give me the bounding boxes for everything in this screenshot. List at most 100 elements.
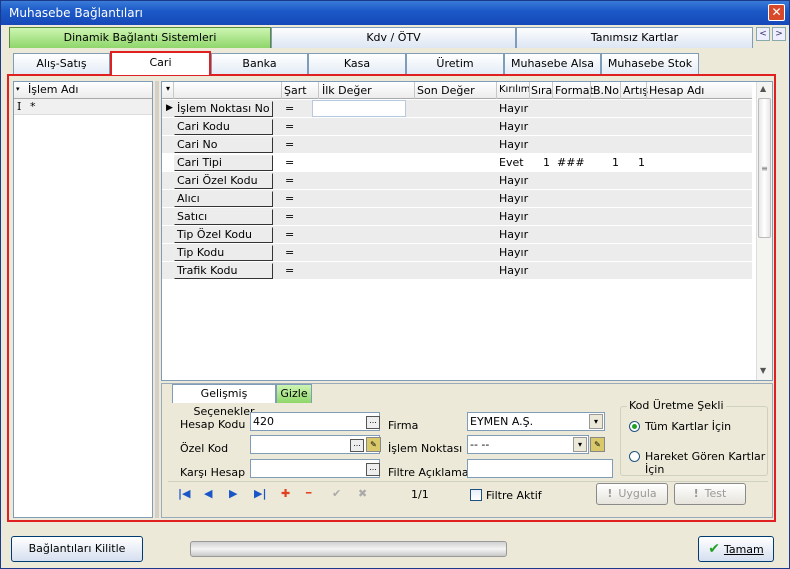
format-cell[interactable]: ### <box>557 156 585 169</box>
splitter[interactable] <box>155 81 159 518</box>
field-name-cell[interactable]: Cari No <box>174 137 273 153</box>
col-artis[interactable]: Artış <box>623 84 648 97</box>
grid-scrollbar[interactable]: ▲ ≡ ▼ <box>756 82 772 380</box>
kirilim-cell[interactable]: Hayır <box>499 102 528 115</box>
col-hesap-adi[interactable]: Hesap Adı <box>649 84 704 97</box>
artis-cell[interactable]: 1 <box>638 156 645 169</box>
tab-muhasebe-alsa[interactable]: Muhasebe Alsa <box>504 53 601 74</box>
lock-connections-button[interactable]: Bağlantıları Kilitle <box>11 536 143 562</box>
table-row[interactable]: Satıcı = Hayır <box>162 208 752 226</box>
list-item[interactable]: I * <box>14 99 152 115</box>
sart-cell[interactable]: = <box>285 156 294 169</box>
col-format[interactable]: Format <box>555 84 594 97</box>
tab-scroll-left-icon[interactable]: < <box>756 27 770 41</box>
bno-cell[interactable]: 1 <box>612 156 619 169</box>
sart-cell[interactable]: = <box>285 264 294 277</box>
table-row[interactable]: Cari Özel Kodu = Hayır <box>162 172 752 190</box>
table-row[interactable]: ▶ İşlem Noktası No = Hayır <box>162 100 752 118</box>
tab-kasa[interactable]: Kasa <box>308 53 406 74</box>
first-record-icon[interactable]: |◀ <box>178 487 190 500</box>
col-sart[interactable]: Şart <box>284 84 307 97</box>
tab-banka[interactable]: Banka <box>211 53 308 74</box>
last-record-icon[interactable]: ▶| <box>254 487 266 500</box>
kirilim-cell[interactable]: Hayır <box>499 174 528 187</box>
sart-cell[interactable]: = <box>285 246 294 259</box>
islem-adi-value[interactable]: * <box>30 100 36 113</box>
kirilim-cell[interactable]: Hayır <box>499 138 528 151</box>
field-name-cell[interactable]: Alıcı <box>174 191 273 207</box>
hesap-kodu-field[interactable]: 420 <box>250 412 380 431</box>
scroll-down-icon[interactable]: ▼ <box>760 366 766 375</box>
tab-gelismis-secenekler[interactable]: Gelişmiş Seçenekler <box>172 384 276 418</box>
prev-record-icon[interactable]: ◀ <box>204 487 212 500</box>
sart-cell[interactable]: = <box>285 138 294 151</box>
next-record-icon[interactable]: ▶ <box>229 487 237 500</box>
kirilim-cell[interactable]: Evet <box>499 156 524 169</box>
field-name-cell[interactable]: Cari Kodu <box>174 119 273 135</box>
apply-button[interactable]: ! Uygula <box>596 483 668 505</box>
field-name-cell[interactable]: İşlem Noktası No <box>174 101 273 117</box>
remove-icon[interactable]: ━ <box>306 489 311 499</box>
col-ilk-deger[interactable]: İlk Değer <box>322 84 372 97</box>
chevron-down-icon[interactable]: ▾ <box>16 85 25 94</box>
tab-scroll-right-icon[interactable]: > <box>772 27 786 41</box>
kirilim-cell[interactable]: Hayır <box>499 264 528 277</box>
ellipsis-icon[interactable]: ... <box>366 416 380 429</box>
filtre-aktif-checkbox[interactable] <box>470 489 482 501</box>
sira-cell[interactable]: 1 <box>543 156 550 169</box>
chevron-down-icon[interactable]: ▾ <box>573 437 587 452</box>
tab-alis-satis[interactable]: Alış-Satış <box>13 53 110 74</box>
table-row[interactable]: Tip Kodu = Hayır <box>162 244 752 262</box>
table-row[interactable]: Cari Kodu = Hayır <box>162 118 752 136</box>
islem-adi-header[interactable]: İşlem Adı <box>28 83 78 96</box>
test-button[interactable]: ! Test <box>674 483 746 505</box>
kirilim-cell[interactable]: Hayır <box>499 210 528 223</box>
firma-select[interactable]: EYMEN A.Ş. ▾ <box>467 412 605 431</box>
field-name-cell[interactable]: Tip Özel Kodu <box>174 227 273 243</box>
scroll-thumb[interactable]: ≡ <box>758 98 771 238</box>
sart-cell[interactable]: = <box>285 210 294 223</box>
lookup-icon[interactable]: ✎ <box>366 437 381 452</box>
hareket-goren-label[interactable]: Hareket Gören Kartlar İçin <box>645 450 767 476</box>
tab-gizle[interactable]: Gizle <box>276 384 312 403</box>
col-bno[interactable]: B.No <box>593 84 619 97</box>
ok-button[interactable]: ✔ Tamam <box>698 536 774 562</box>
lookup-icon[interactable]: ✎ <box>590 437 605 452</box>
close-button[interactable]: ✕ <box>768 4 785 21</box>
field-name-cell[interactable]: Satıcı <box>174 209 273 225</box>
radio-tum-kartlar[interactable] <box>629 421 640 432</box>
karsi-hesap-field[interactable] <box>250 459 380 478</box>
ellipsis-icon[interactable]: ... <box>350 439 364 452</box>
tab-muhasebe-stok[interactable]: Muhasebe Stok <box>601 53 699 74</box>
cancel-icon[interactable]: ✖ <box>358 487 367 500</box>
tab-cari[interactable]: Cari <box>110 51 211 75</box>
tab-dinamik-baglanti[interactable]: Dinamik Bağlantı Sistemleri <box>9 27 271 48</box>
islem-noktasi-select[interactable]: -- -- ▾ <box>467 435 589 454</box>
col-son-deger[interactable]: Son Değer <box>417 84 475 97</box>
filtre-aktif-label[interactable]: Filtre Aktif <box>486 489 542 502</box>
sart-cell[interactable]: = <box>285 228 294 241</box>
ilk-deger-editor[interactable] <box>312 100 406 117</box>
sart-cell[interactable]: = <box>285 174 294 187</box>
sart-cell[interactable]: = <box>285 120 294 133</box>
tum-kartlar-label[interactable]: Tüm Kartlar İçin <box>645 420 731 433</box>
kirilim-cell[interactable]: Hayır <box>499 228 528 241</box>
table-row[interactable]: Trafik Kodu = Hayır <box>162 262 752 280</box>
table-row[interactable]: Cari Tipi = Evet 1 ### 1 1 <box>162 154 752 172</box>
chevron-down-icon[interactable]: ▾ <box>589 414 603 429</box>
col-sira[interactable]: Sıra <box>531 84 552 97</box>
tab-kdv-otv[interactable]: Kdv / ÖTV <box>271 27 516 48</box>
field-name-cell[interactable]: Trafik Kodu <box>174 263 273 279</box>
table-row[interactable]: Cari No = Hayır <box>162 136 752 154</box>
radio-hareket-goren[interactable] <box>629 451 640 462</box>
kirilim-cell[interactable]: Hayır <box>499 246 528 259</box>
scroll-up-icon[interactable]: ▲ <box>760 84 766 93</box>
sart-cell[interactable]: = <box>285 102 294 115</box>
ellipsis-icon[interactable]: ... <box>366 463 380 476</box>
field-name-cell[interactable]: Cari Tipi <box>174 155 273 171</box>
table-row[interactable]: Tip Özel Kodu = Hayır <box>162 226 752 244</box>
kirilim-cell[interactable]: Hayır <box>499 192 528 205</box>
col-kirilim[interactable]: Kırılım <box>499 84 531 95</box>
add-icon[interactable]: ✚ <box>281 487 290 500</box>
confirm-icon[interactable]: ✔ <box>332 487 341 500</box>
